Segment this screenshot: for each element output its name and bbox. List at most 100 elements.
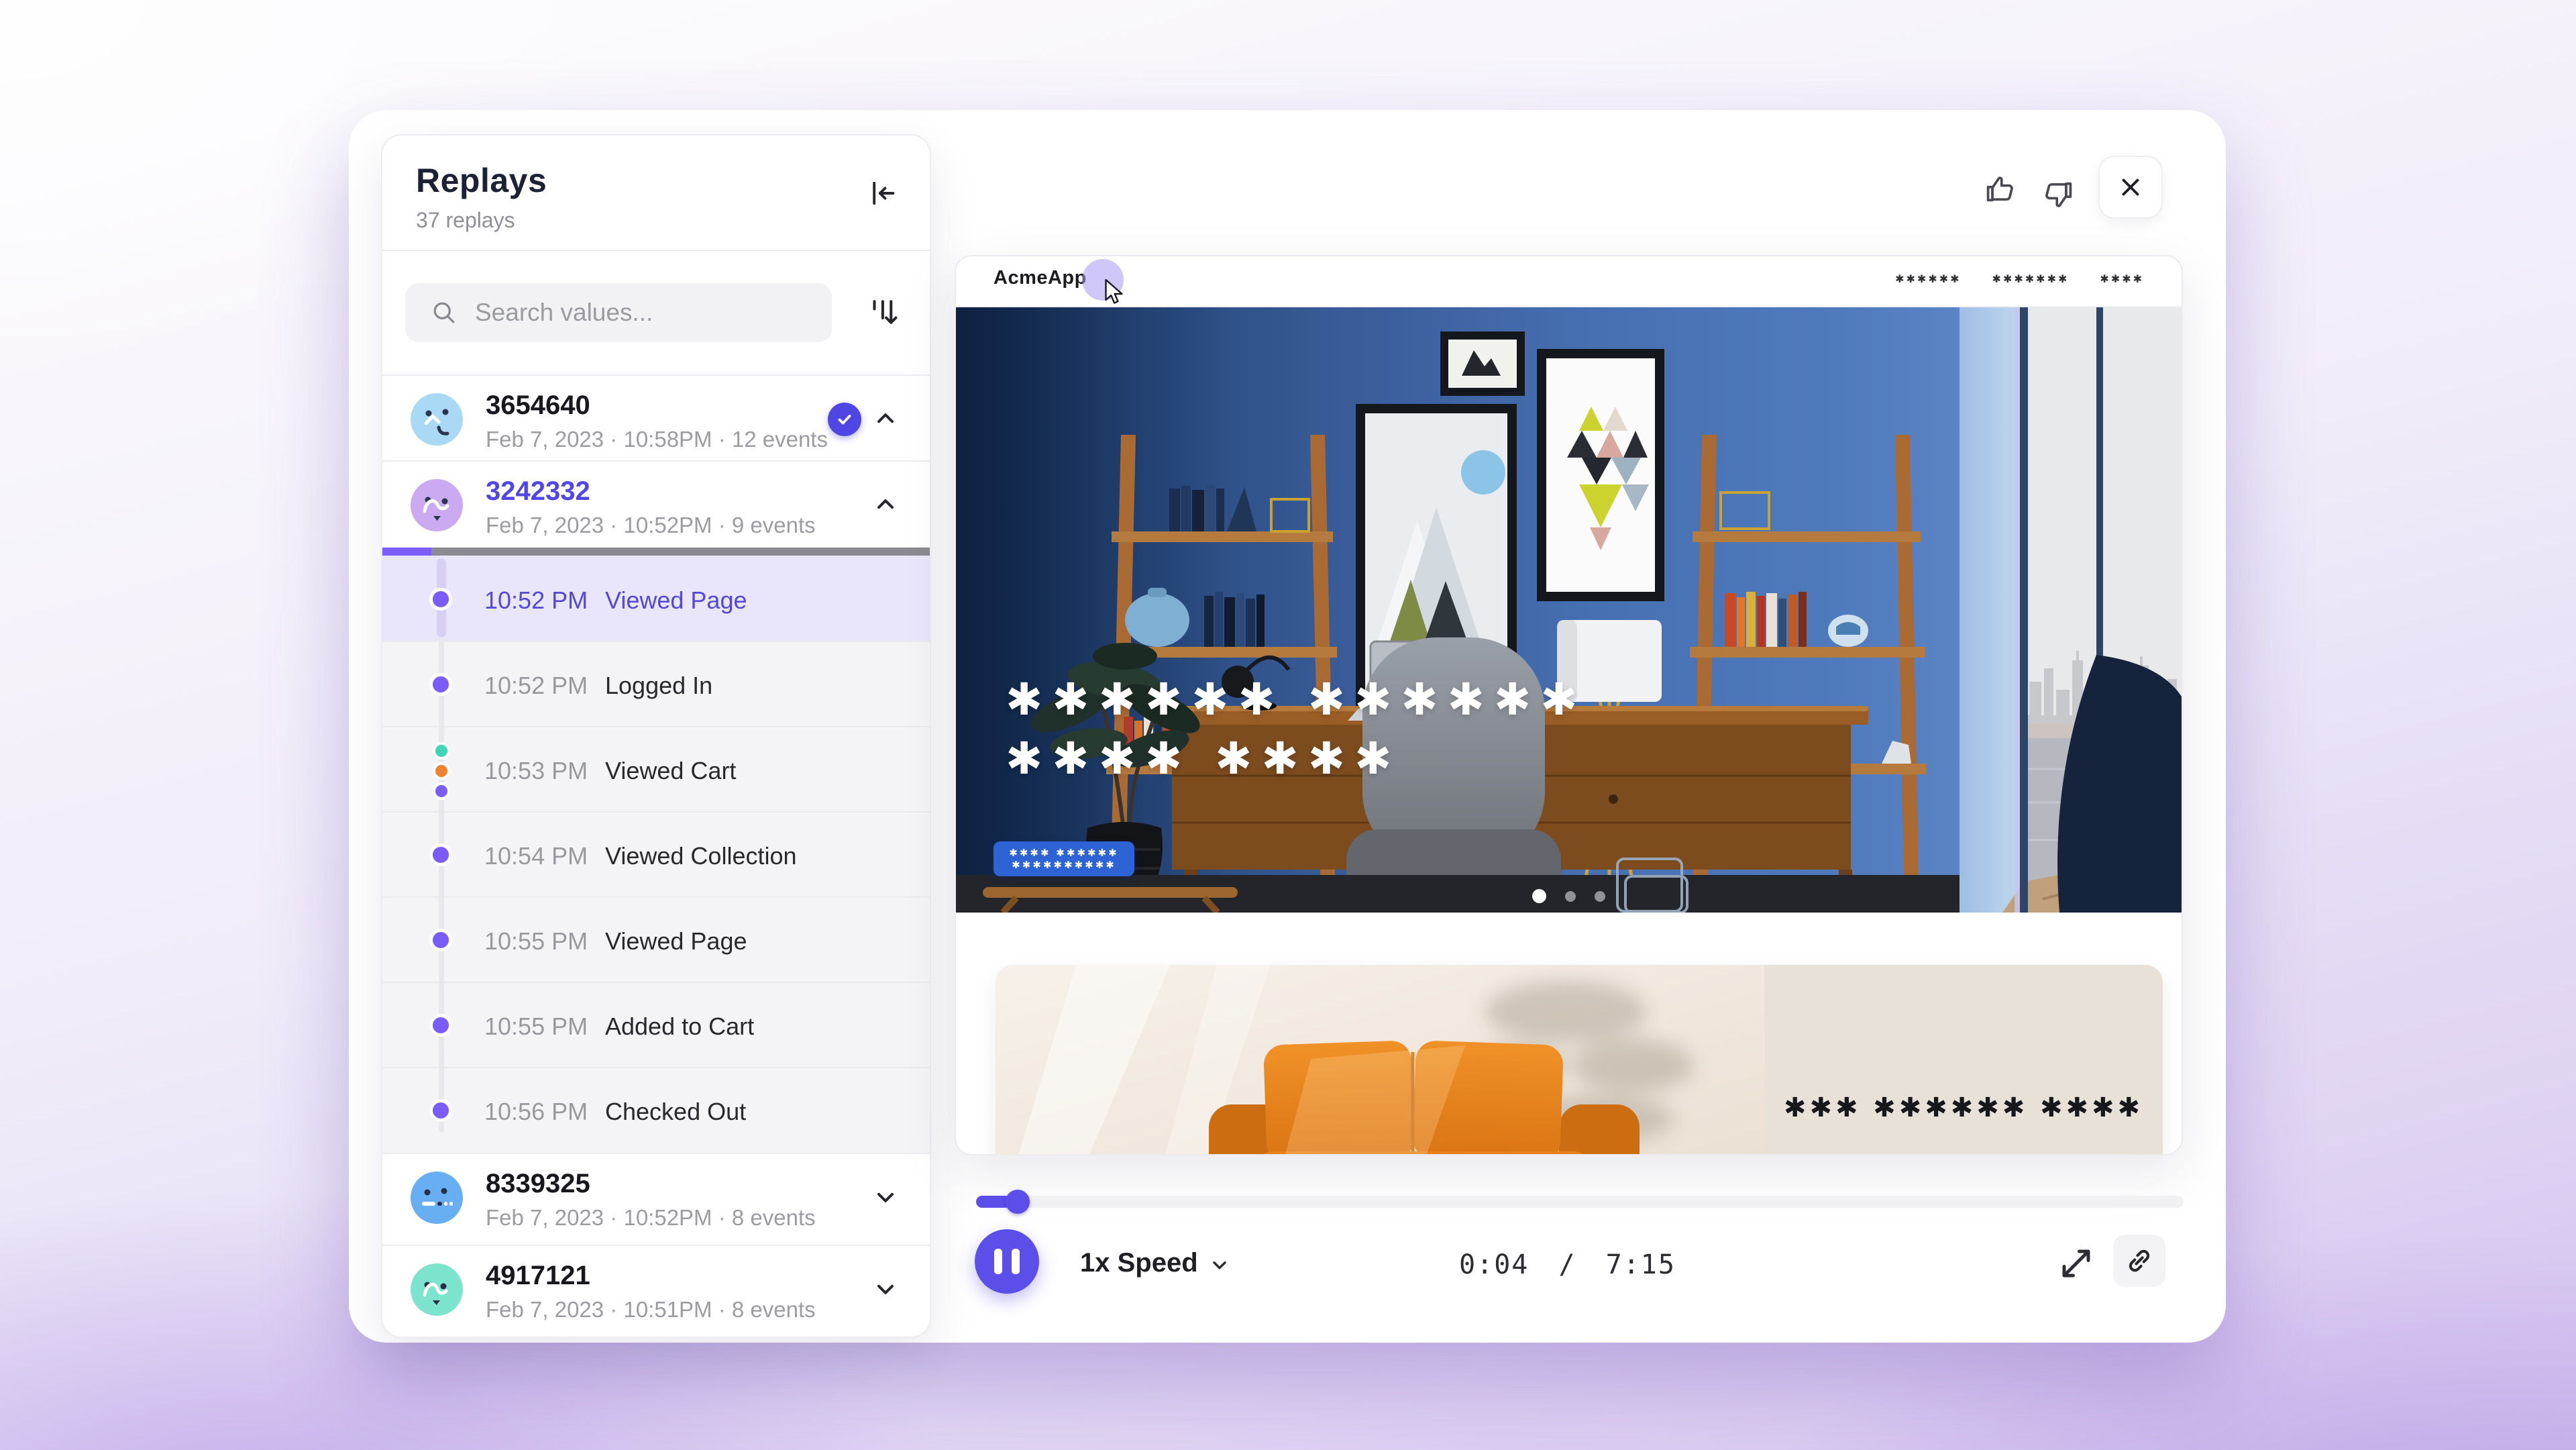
event-dot-orange <box>433 762 450 780</box>
product-card-text-panel: ✱✱✱ ✱✱✱✱✱✱ ✱✱✱✱ <box>1764 965 2163 1155</box>
event-row-viewed-page-2[interactable]: 10:55 PM Viewed Page <box>382 896 930 982</box>
selected-check-badge <box>828 403 861 436</box>
replayed-product-card: ✱✱✱ ✱✱✱✱✱✱ ✱✱✱✱ <box>996 965 2163 1155</box>
search-icon <box>429 298 459 327</box>
thumbs-up-icon <box>1983 172 2018 207</box>
session-id: 3654640 <box>486 391 590 421</box>
event-dot <box>429 843 452 866</box>
event-label: Viewed Page <box>605 927 747 955</box>
event-label: Added to Cart <box>605 1013 754 1041</box>
session-meta: Feb 7, 2023 · 10:52PM · 9 events <box>486 513 816 538</box>
event-row-viewed-cart[interactable]: 10:53 PM Viewed Cart <box>382 726 930 811</box>
thumbs-up-button[interactable] <box>1983 172 2018 207</box>
link-icon <box>2125 1246 2154 1276</box>
event-dot <box>429 929 452 951</box>
masked-nav-item: ✱✱✱✱✱✱✱ <box>1992 272 2070 285</box>
avatar <box>411 393 463 446</box>
event-time: 10:52 PM <box>484 586 588 615</box>
expand-icon <box>2058 1245 2094 1282</box>
sidebar-header: Replays 37 replays <box>382 136 930 251</box>
avatar <box>411 479 463 531</box>
session-meta: Feb 7, 2023 · 10:51PM · 8 events <box>486 1297 816 1323</box>
session-row-8339325[interactable]: 8339325 Feb 7, 2023 · 10:52PM · 8 events <box>382 1153 930 1245</box>
event-row-viewed-page[interactable]: 10:52 PM Viewed Page <box>382 556 930 641</box>
chevron-up-icon[interactable] <box>872 405 899 432</box>
session-meta: Feb 7, 2023 · 10:58PM · 12 events <box>486 427 828 452</box>
carousel-dot-active[interactable] <box>1532 889 1546 903</box>
event-row-viewed-collection[interactable]: 10:54 PM Viewed Collection <box>382 811 930 896</box>
event-label: Viewed Cart <box>605 757 736 785</box>
close-button[interactable] <box>2098 156 2163 219</box>
event-time: 10:52 PM <box>484 672 588 700</box>
event-row-logged-in[interactable]: 10:52 PM Logged In <box>382 641 930 726</box>
carousel-dot[interactable] <box>1565 891 1576 902</box>
session-id: 8339325 <box>486 1169 590 1199</box>
time-separator: / <box>1558 1249 1576 1280</box>
replayed-app-topbar: AcmeApp ✱✱✱✱✱✱ ✱✱✱✱✱✱✱ ✱✱✱✱ <box>956 256 2182 307</box>
hero-room-photo <box>956 306 2182 913</box>
chevron-up-icon[interactable] <box>872 491 899 518</box>
masked-headline-line1: ✱✱✱✱✱✱ ✱✱✱✱✱✱ <box>1006 674 1587 725</box>
event-dot-purple <box>433 782 450 800</box>
event-time: 10:53 PM <box>484 757 588 785</box>
playback-time: 0:04 / 7:15 <box>955 1249 2180 1280</box>
event-time: 10:55 PM <box>484 927 588 955</box>
event-dot <box>429 1099 452 1122</box>
session-row-3242332[interactable]: 3242332 Feb 7, 2023 · 10:52PM · 9 events <box>382 460 930 548</box>
event-label: Logged In <box>605 672 712 700</box>
search-field-wrap <box>405 283 832 342</box>
event-row-checked-out[interactable]: 10:56 PM Checked Out <box>382 1067 930 1153</box>
masked-nav-item: ✱✱✱✱✱✱ <box>1895 272 1961 285</box>
replay-modal: Replays 37 replays <box>349 110 2226 1343</box>
replay-count: 37 replays <box>416 208 515 233</box>
session-replay-progress-fill <box>382 548 431 556</box>
session-row-3654640[interactable]: 3654640 Feb 7, 2023 · 10:58PM · 12 event… <box>382 374 930 460</box>
search-input[interactable] <box>405 283 832 342</box>
masked-headline-line2: ✱✱✱✱ ✱✱✱✱ <box>1006 733 1401 784</box>
carousel-dots <box>956 889 2182 903</box>
cursor-icon <box>1101 278 1129 306</box>
event-row-added-to-cart[interactable]: 10:55 PM Added to Cart <box>382 982 930 1067</box>
masked-cta-button[interactable]: ✱✱✱✱ ✱✱✱✱✱✱ ✱✱✱✱✱✱✱✱✱✱ <box>994 841 1134 876</box>
chevron-down-icon[interactable] <box>872 1184 899 1210</box>
session-row-4917121[interactable]: 4917121 Feb 7, 2023 · 10:51PM · 8 events <box>382 1245 930 1337</box>
avatar <box>411 1263 463 1316</box>
replay-viewport: AcmeApp ✱✱✱✱✱✱ ✱✱✱✱✱✱✱ ✱✱✱✱ <box>955 255 2183 1155</box>
playback-progress-thumb[interactable] <box>1006 1190 1030 1214</box>
copy-link-button[interactable] <box>2113 1235 2165 1287</box>
event-dot <box>429 588 452 611</box>
masked-product-text: ✱✱✱ ✱✱✱✱✱✱ ✱✱✱✱ <box>1764 1092 2163 1123</box>
playback-progress-slider[interactable] <box>976 1196 2184 1208</box>
page-title: Replays <box>416 161 547 200</box>
replayed-app-logo: AcmeApp <box>994 267 1087 289</box>
replayed-nav: ✱✱✱✱✱✱ ✱✱✱✱✱✱✱ ✱✱✱✱ <box>1895 272 2144 285</box>
event-dot-teal <box>433 742 450 760</box>
thumbs-down-icon <box>2041 177 2076 212</box>
event-dot <box>429 1014 452 1037</box>
collapse-left-icon <box>864 176 899 211</box>
session-meta: Feb 7, 2023 · 10:52PM · 8 events <box>486 1205 816 1231</box>
masked-nav-item: ✱✱✱✱ <box>2100 272 2144 285</box>
event-time: 10:54 PM <box>484 842 588 870</box>
thumbs-down-button[interactable] <box>2041 177 2076 212</box>
avatar <box>411 1172 463 1224</box>
expand-button[interactable] <box>2058 1245 2094 1282</box>
sort-button[interactable] <box>864 293 903 331</box>
sort-icon <box>865 294 902 330</box>
session-id-active: 3242332 <box>486 476 590 507</box>
time-current: 0:04 <box>1459 1249 1529 1280</box>
carousel-dot[interactable] <box>1595 891 1605 902</box>
event-dot <box>429 673 452 696</box>
chevron-down-icon[interactable] <box>872 1276 899 1302</box>
event-time: 10:56 PM <box>484 1098 588 1126</box>
collapse-sidebar-button[interactable] <box>863 174 900 212</box>
page-background: Replays 37 replays <box>0 0 2576 1450</box>
session-id: 4917121 <box>486 1261 590 1291</box>
event-label: Viewed Collection <box>605 842 797 870</box>
replays-sidebar: Replays 37 replays <box>381 134 931 1338</box>
time-total: 7:15 <box>1606 1249 1676 1280</box>
session-replay-progress[interactable] <box>382 548 930 556</box>
event-label: Viewed Page <box>605 586 747 615</box>
close-icon <box>2116 173 2145 201</box>
event-label: Checked Out <box>605 1098 746 1126</box>
